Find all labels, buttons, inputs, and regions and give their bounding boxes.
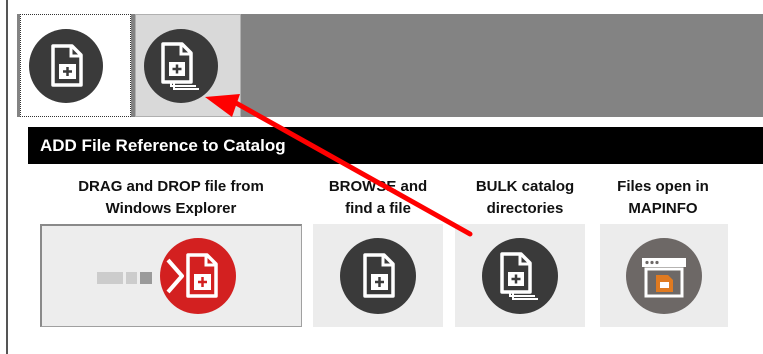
section-header: ADD File Reference to Catalog [28, 127, 763, 164]
drag-drop-zone[interactable] [40, 224, 302, 327]
drag-trail-icon [97, 272, 123, 284]
drag-trail-icon [140, 272, 152, 284]
drag-trail-icon [126, 272, 137, 284]
add-multiple-files-icon [144, 29, 218, 103]
drag-drop-file-icon [160, 238, 236, 314]
files-open-label: Files open in MAPINFO [617, 178, 709, 217]
window-left-border [0, 0, 8, 354]
browse-file-button[interactable] [313, 224, 443, 327]
tab-add-single-file[interactable] [20, 14, 131, 117]
bulk-label: BULK catalog directories [475, 178, 575, 217]
add-multiple-files-icon [482, 238, 558, 314]
drag-drop-label: DRAG and DROP file from Windows Explorer [78, 178, 264, 217]
bulk-catalog-button[interactable] [455, 224, 585, 327]
tab-add-multiple-files[interactable] [135, 14, 241, 117]
add-file-icon [29, 29, 103, 103]
mapinfo-window-icon [626, 238, 702, 314]
files-open-in-mapinfo-button[interactable] [600, 224, 728, 327]
add-file-icon [340, 238, 416, 314]
browse-label: BROWSE and find a file [328, 178, 428, 217]
